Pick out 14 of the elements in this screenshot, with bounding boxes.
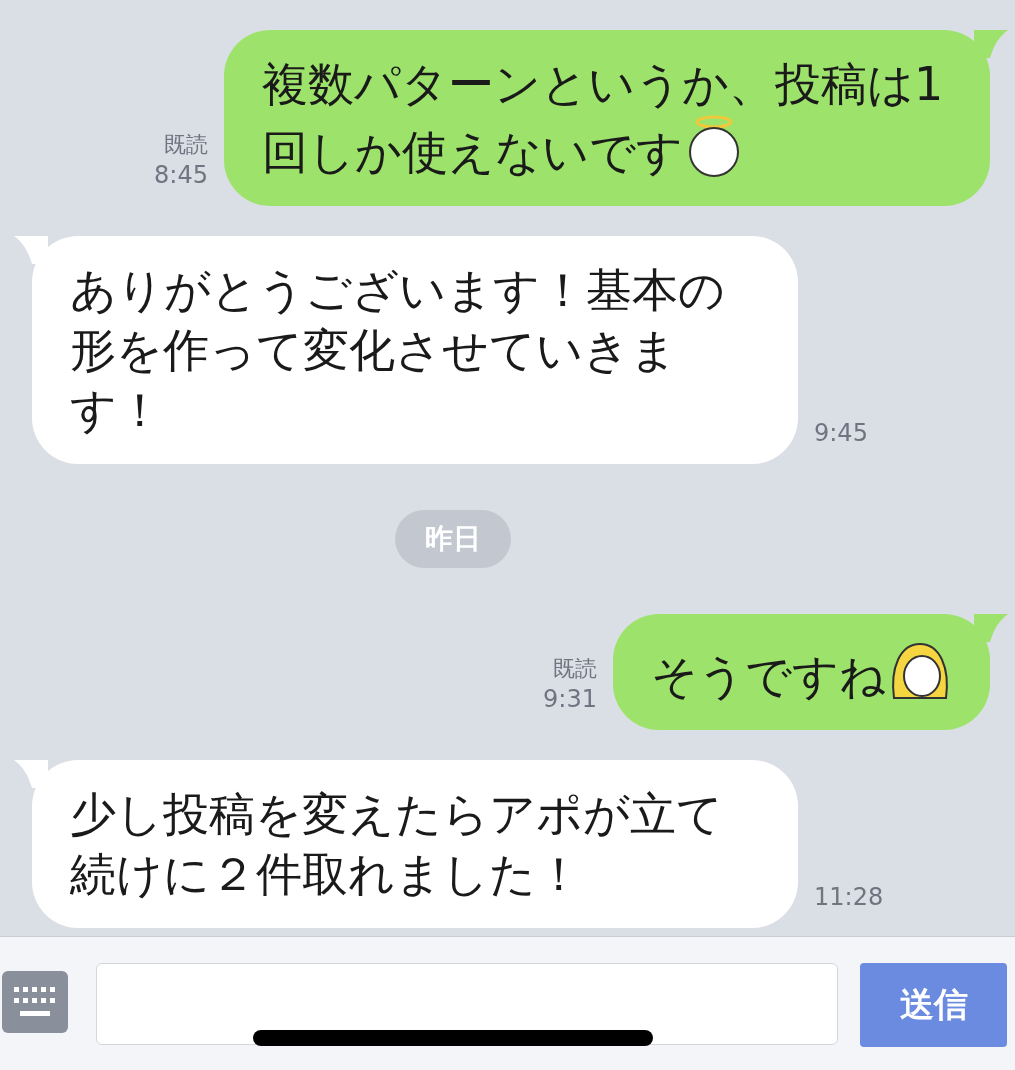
bubble-tail xyxy=(974,30,1008,58)
message-time: 9:31 xyxy=(543,684,597,714)
bubble-tail xyxy=(974,614,1008,642)
message-time: 9:45 xyxy=(814,418,868,448)
message-time: 11:28 xyxy=(814,882,884,912)
send-button[interactable]: 送信 xyxy=(860,963,1007,1047)
date-separator: 昨日 xyxy=(394,510,511,568)
bubble-tail xyxy=(14,760,48,788)
bubble-tail xyxy=(14,236,48,264)
read-receipt: 既読 xyxy=(164,131,208,159)
read-receipt: 既読 xyxy=(553,655,597,683)
message-input-field[interactable] xyxy=(96,963,838,1045)
message-time: 8:45 xyxy=(154,160,208,190)
keyboard-icon[interactable] xyxy=(2,971,68,1033)
